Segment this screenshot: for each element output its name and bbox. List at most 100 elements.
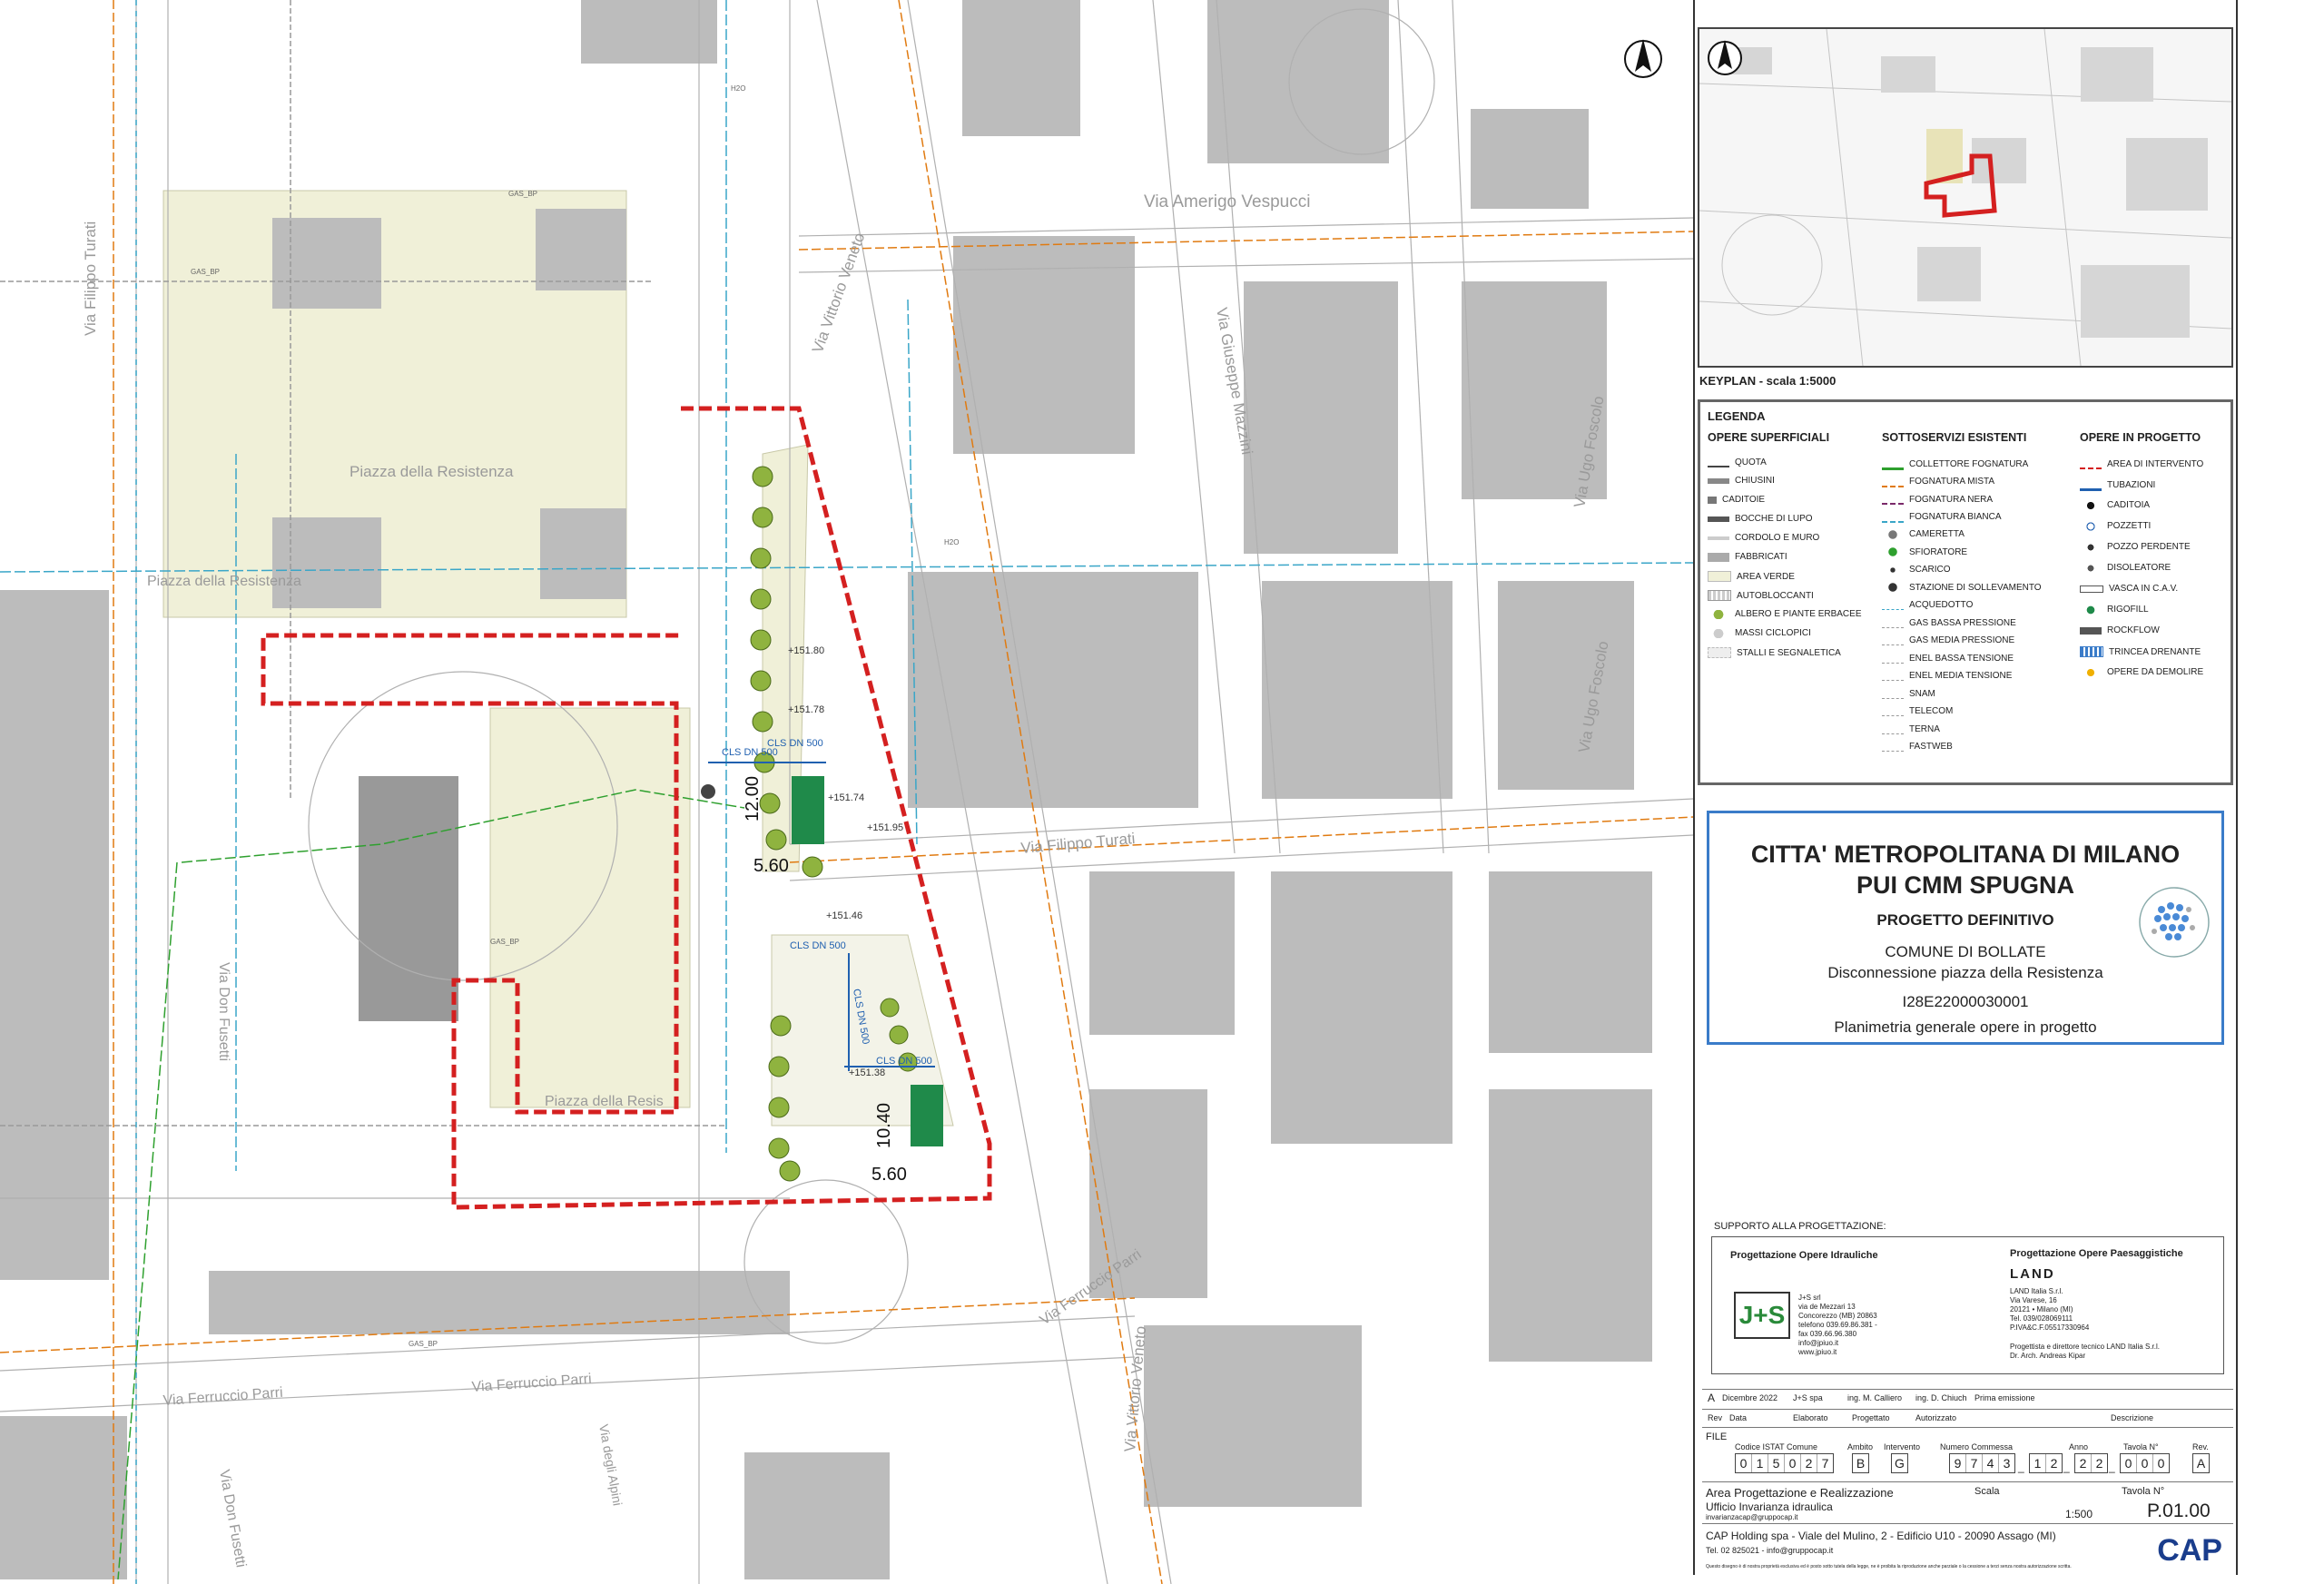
legend-item: TERNA (1882, 724, 1940, 734)
legend-label: OPERE DA DEMOLIRE (2107, 667, 2204, 677)
landscape-design-contact: LAND Italia S.r.l. Via Varese, 16 20121 … (2010, 1287, 2090, 1332)
ambito-code: B (1852, 1453, 1869, 1473)
water-label: H2O (944, 538, 959, 546)
legend-label: POZZETTI (2107, 521, 2152, 531)
code-digit: 3 (2003, 1456, 2011, 1471)
commessa-code: 9743 (1949, 1453, 2015, 1473)
pipe-label: CLS DN 500 (790, 940, 846, 951)
sheet-label: Tavola N° (2122, 1486, 2165, 1497)
pipe-label: CLS DN 500 (876, 1056, 932, 1067)
dimension-label: 10.40 (874, 1103, 894, 1148)
commessa-code-2: 12 (2029, 1453, 2063, 1473)
legend-label: COLLETTORE FOGNATURA (1909, 459, 2029, 469)
legend-symbol-icon (1882, 689, 1904, 699)
legend-label: TRINCEA DRENANTE (2109, 646, 2201, 657)
legend-symbol-icon (1882, 565, 1904, 575)
legend-label: CORDOLO E MURO (1735, 533, 1820, 543)
legend-label: DISOLEATORE (2107, 563, 2171, 573)
legend-label: BOCCHE DI LUPO (1735, 514, 1813, 524)
legend-symbol-icon (2080, 646, 2103, 657)
legend-symbol-icon (2080, 458, 2102, 469)
legend-symbol-icon (1708, 590, 1731, 601)
legend-symbol-icon (1708, 609, 1729, 619)
spot-level: +151.80 (788, 645, 824, 656)
legend-item: SFIORATORE (1882, 547, 1967, 557)
legend-label: CAMERETTA (1909, 529, 1965, 539)
street-label: Piazza della Resistenza (350, 463, 514, 480)
legend-symbol-icon (1708, 496, 1717, 504)
file-label: FILE (1706, 1432, 1728, 1442)
anno-code: 22 (2074, 1453, 2108, 1473)
legend-symbol-icon (1882, 724, 1904, 734)
legend-symbol-icon (2080, 563, 2102, 573)
istat-code: 015027 (1735, 1453, 1834, 1473)
legend: LEGENDA OPERE SUPERFICIALI SOTTOSERVIZI … (1698, 399, 2233, 785)
anno-header: Anno (2069, 1442, 2089, 1451)
intervento-header: Intervento (1884, 1442, 1921, 1451)
legend-label: ENEL MEDIA TENSIONE (1909, 671, 2013, 681)
rev-code-header: Rev. (2192, 1442, 2209, 1451)
spot-level: +151.78 (788, 704, 824, 715)
code-digit: 1 (2030, 1454, 2046, 1472)
title-line-6: I28E22000030001 (1902, 993, 2029, 1010)
legend-label: STALLI E SEGNALETICA (1737, 647, 1841, 658)
code-digit: 1 (1752, 1454, 1768, 1472)
istat-header: Codice ISTAT Comune (1735, 1442, 1818, 1451)
revision-header-row: Rev Data Elaborato Progettato Autorizzat… (1702, 1409, 2233, 1428)
legend-item: ALBERO E PIANTE ERBACEE (1708, 609, 1862, 619)
street-label: Via Filippo Turati (82, 221, 99, 336)
spot-level: +151.46 (826, 910, 862, 921)
legend-label: GAS BASSA PRESSIONE (1909, 617, 2016, 628)
legend-label: QUOTA (1735, 457, 1767, 467)
legend-item: CADITOIA (2080, 500, 2150, 510)
rev-descrizione: Prima emissione (1974, 1393, 2035, 1402)
descrizione-header: Descrizione (2111, 1413, 2154, 1422)
legend-symbol-icon (1882, 635, 1904, 645)
legend-label: RIGOFILL (2107, 605, 2149, 615)
legend-item: POZZETTI (2080, 521, 2151, 531)
code-digit: 7 (1966, 1454, 1983, 1472)
sheet-number: P.01.00 (2147, 1500, 2211, 1521)
legend-item: SNAM (1882, 689, 1935, 699)
legend-item: OPERE DA DEMOLIRE (2080, 667, 2203, 677)
legend-item: STAZIONE DI SOLLEVAMENTO (1882, 583, 2042, 593)
legend-item: CAMERETTA (1882, 529, 1965, 539)
legend-label: CADITOIA (2107, 500, 2151, 510)
gas-label: GAS_BP (508, 190, 537, 198)
tavola-code: 000 (2120, 1453, 2170, 1473)
office-box: Area Progettazione e Realizzazione Uffic… (1702, 1481, 2233, 1523)
legend-label: MASSI CICLOPICI (1735, 628, 1811, 638)
legend-item: AUTOBLOCCANTI (1708, 590, 1814, 601)
legend-symbol-icon (1708, 571, 1731, 582)
dimension-label: 5.60 (872, 1165, 907, 1185)
hydraulic-design-title: Progettazione Opere Idrauliche (1730, 1250, 1878, 1261)
legend-item: CADITOIE (1708, 495, 1765, 505)
legend-label: ACQUEDOTTO (1909, 600, 1974, 610)
code-digit: 2 (2050, 1456, 2058, 1471)
legend-label: VASCA IN C.A.V. (2109, 584, 2179, 594)
legend-symbol-icon (1882, 547, 1904, 556)
code-digit: A (2196, 1456, 2206, 1471)
legend-label: TERNA (1909, 723, 1940, 734)
ambito-header: Ambito (1847, 1442, 1874, 1451)
street-label: Piazza della Resis (545, 1094, 664, 1109)
tavola-header: Tavola N° (2123, 1442, 2159, 1451)
footer-box: CAP Holding spa - Viale del Mulino, 2 - … (1702, 1523, 2233, 1574)
jps-logo: J+S (1734, 1292, 1790, 1339)
gas-label: GAS_BP (409, 1340, 438, 1348)
legend-label: AREA DI INTERVENTO (2107, 458, 2204, 469)
legend-label: POZZO PERDENTE (2107, 542, 2191, 552)
pipe-label: CLS DN 500 (767, 738, 823, 749)
legend-label: TELECOM (1909, 706, 1954, 716)
legend-symbol-icon (1882, 706, 1904, 716)
progettato-header: Progettato (1852, 1413, 1890, 1422)
code-digit: 4 (1983, 1454, 1999, 1472)
legend-item: FOGNATURA NERA (1882, 494, 1993, 505)
legend-symbol-icon (2080, 479, 2102, 491)
legend-label: SFIORATORE (1909, 546, 1968, 557)
legend-symbol-icon (2080, 521, 2102, 531)
legend-item: CHIUSINI (1708, 476, 1775, 486)
legend-item: COLLETTORE FOGNATURA (1882, 458, 2028, 470)
code-digit: 0 (2121, 1454, 2137, 1472)
code-digit: 9 (1950, 1454, 1966, 1472)
